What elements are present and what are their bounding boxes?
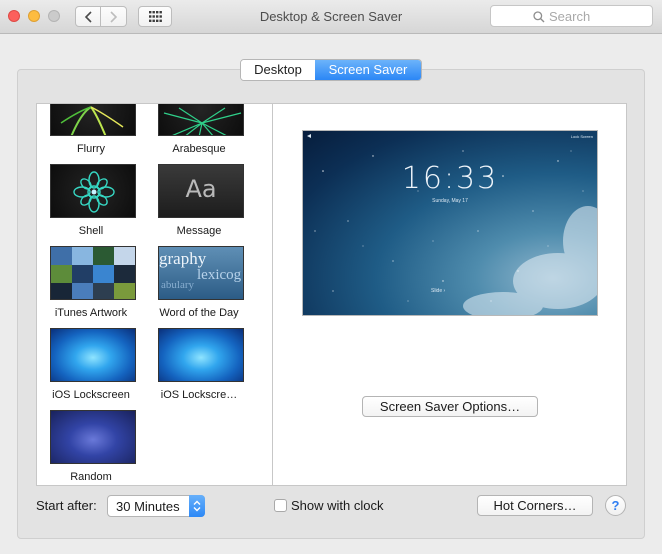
- search-input[interactable]: [549, 8, 645, 24]
- screensaver-item-message[interactable]: Aa Message: [145, 164, 253, 246]
- select-stepper: [189, 495, 205, 517]
- show-with-clock-checkbox[interactable]: [274, 499, 287, 512]
- ios-lockscreen-thumbnail: [50, 328, 136, 382]
- flurry-icon: [60, 106, 124, 135]
- forward-button[interactable]: [101, 6, 127, 27]
- title-bar: Desktop & Screen Saver: [0, 0, 662, 34]
- back-arrow-icon: [307, 134, 311, 138]
- start-after-label: Start after:: [36, 498, 97, 513]
- screensaver-item-arabesque[interactable]: Arabesque: [145, 104, 253, 164]
- screensaver-label: Random: [70, 471, 112, 483]
- show-with-clock-label[interactable]: Show with clock: [291, 498, 383, 513]
- tab-screen-saver[interactable]: Screen Saver: [315, 60, 421, 80]
- tab-desktop[interactable]: Desktop: [241, 60, 315, 80]
- screen-saver-options-button[interactable]: Screen Saver Options…: [362, 396, 538, 417]
- start-after-select[interactable]: 30 Minutes: [107, 495, 205, 517]
- preview-time: 16:33: [401, 161, 499, 196]
- screensaver-item-word-of-the-day[interactable]: graphy lexicog abulary Word of the Day: [145, 246, 253, 328]
- chevron-right-icon: [110, 11, 118, 23]
- window-title: Desktop & Screen Saver: [259, 9, 403, 24]
- screensaver-item-itunes-artwork[interactable]: iTunes Artwork: [37, 246, 145, 328]
- back-button[interactable]: [75, 6, 101, 27]
- tab-segmented-control: Desktop Screen Saver: [240, 59, 422, 81]
- screensaver-item-shell[interactable]: Shell: [37, 164, 145, 246]
- help-button[interactable]: ?: [605, 495, 626, 516]
- preview-corner-text: Lock Screen: [570, 134, 593, 139]
- ios-lockscreen-thumbnail: [158, 328, 244, 382]
- show-all-button[interactable]: [138, 6, 172, 27]
- preview-date: Sunday, May 17: [432, 198, 468, 204]
- screensaver-item-ios-lockscreen-2[interactable]: iOS Lockscre…: [145, 328, 253, 410]
- flurry-thumbnail: [50, 104, 136, 136]
- close-window-button[interactable]: [8, 10, 20, 22]
- grid-icon: [149, 11, 162, 22]
- word-thumbnail-word: lexicog: [197, 267, 242, 283]
- hot-corners-button[interactable]: Hot Corners…: [477, 495, 593, 516]
- screensaver-label: iOS Lockscre…: [160, 389, 238, 401]
- random-thumbnail: [50, 410, 136, 464]
- up-down-arrows-icon: [193, 500, 201, 512]
- preview-slide-hint: Slide ›: [431, 288, 446, 294]
- itunes-artwork-thumbnail: [50, 246, 136, 300]
- screensaver-preview: Lock Screen 16:33 Sunday, May 17 Slide ›: [302, 130, 598, 316]
- screensaver-label: iTunes Artwork: [54, 307, 128, 319]
- word-of-the-day-thumbnail: graphy lexicog abulary: [158, 246, 244, 300]
- screensaver-label: Message: [176, 225, 222, 237]
- screensaver-list[interactable]: Flurry Arabesque Shell Aa Message iTunes…: [36, 103, 273, 486]
- arabesque-thumbnail: [158, 104, 244, 136]
- message-thumbnail: Aa: [158, 164, 244, 218]
- screensaver-label: Arabesque: [172, 143, 226, 155]
- stars-icon: [314, 150, 597, 315]
- chevron-left-icon: [84, 11, 92, 23]
- screensaver-label: Word of the Day: [159, 307, 239, 319]
- zoom-window-button[interactable]: [48, 10, 60, 22]
- start-after-value: 30 Minutes: [116, 499, 180, 514]
- search-field[interactable]: [490, 5, 653, 27]
- screensaver-label: Shell: [78, 225, 104, 237]
- message-thumbnail-text: Aa: [185, 175, 217, 203]
- minimize-window-button[interactable]: [28, 10, 40, 22]
- shell-thumbnail: [50, 164, 136, 218]
- search-icon: [533, 11, 545, 23]
- word-thumbnail-word: graphy: [159, 249, 207, 268]
- screensaver-label: iOS Lockscreen: [52, 389, 130, 401]
- screensaver-item-random[interactable]: Random: [37, 410, 145, 485]
- screensaver-item-ios-lockscreen[interactable]: iOS Lockscreen: [37, 328, 145, 410]
- screensaver-label: Flurry: [76, 143, 106, 155]
- word-thumbnail-word: abulary: [161, 279, 194, 291]
- shell-icon: [73, 171, 115, 213]
- screensaver-item-flurry[interactable]: Flurry: [37, 104, 145, 164]
- arabesque-icon: [163, 107, 242, 135]
